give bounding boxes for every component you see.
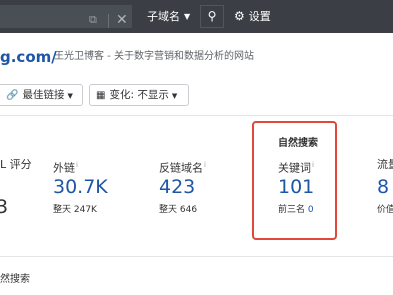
divider xyxy=(0,115,393,116)
chevron-down-icon: ▼ xyxy=(171,92,178,100)
rating-label: L 评分 xyxy=(0,158,32,171)
domain-title[interactable]: g.com/ xyxy=(0,48,57,66)
highlight-box xyxy=(252,121,337,240)
change-filter-button[interactable]: ▦ 变化: 不显示 ▼ xyxy=(89,84,189,106)
divider xyxy=(108,14,109,28)
traffic-value[interactable]: 8 xyxy=(377,176,389,198)
traffic-sub: 价值 xyxy=(377,205,393,215)
mode-label: 子域名 xyxy=(147,10,180,23)
chevron-down-icon: ▼ xyxy=(67,92,73,100)
ref-domains-sub: 整天 646 xyxy=(159,205,198,215)
ref-domains-value[interactable]: 423 xyxy=(159,176,195,198)
info-icon: i xyxy=(76,161,78,169)
gear-icon: ⚙ xyxy=(234,9,245,23)
backlinks-label: 外链i xyxy=(53,161,78,175)
divider xyxy=(0,256,393,257)
calendar-icon: ▦ xyxy=(96,90,106,101)
external-link-icon[interactable]: ⧉ xyxy=(89,14,100,25)
info-icon: i xyxy=(204,161,206,169)
change-filter-label: 变化: 不显示 xyxy=(109,89,169,101)
backlinks-sub: 整天 247K xyxy=(53,205,97,215)
url-input[interactable]: ⧉ ✕ xyxy=(0,5,132,28)
search-icon: ⚲ xyxy=(207,9,217,23)
traffic-label: 流量 xyxy=(377,158,393,171)
link-icon: 🔗 xyxy=(6,90,19,101)
top-toolbar: ⧉ ✕ 子域名 ▼ ⚲ ⚙ 设置 xyxy=(0,0,393,33)
close-icon[interactable]: ✕ xyxy=(116,12,128,28)
mode-dropdown[interactable]: 子域名 ▼ xyxy=(139,5,196,28)
settings-button[interactable]: ⚙ 设置 xyxy=(234,5,271,28)
search-button[interactable]: ⚲ xyxy=(200,5,224,28)
best-links-label: 最佳链接 xyxy=(22,89,65,101)
chevron-down-icon: ▼ xyxy=(184,12,191,21)
ref-domains-label: 反链域名i xyxy=(159,161,206,175)
rating-value: 3 xyxy=(0,196,9,218)
settings-label: 设置 xyxy=(248,10,271,23)
best-links-button[interactable]: 🔗 最佳链接 ▼ xyxy=(0,84,83,106)
site-description: 王光卫博客 - 关于数字营销和数据分析的网站 xyxy=(54,51,254,62)
backlinks-value[interactable]: 30.7K xyxy=(53,176,108,198)
organic-search-section-label: 然搜索 xyxy=(0,274,30,285)
